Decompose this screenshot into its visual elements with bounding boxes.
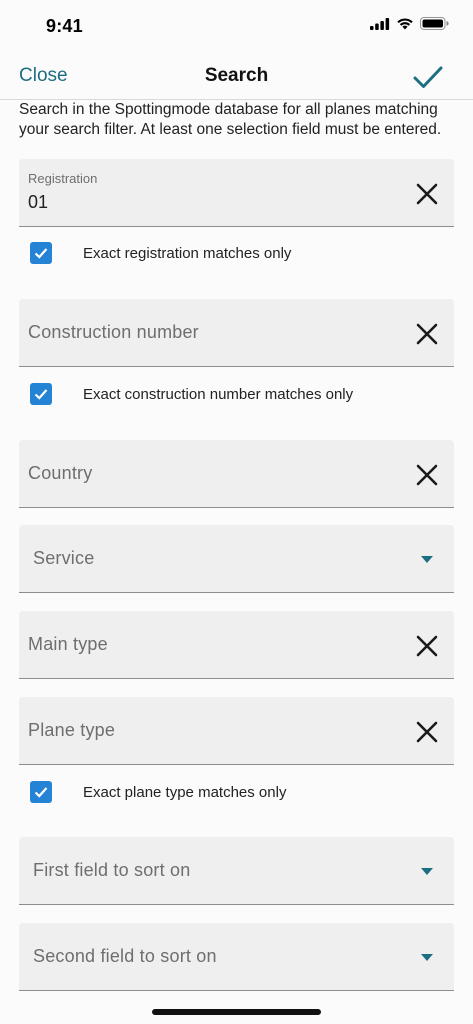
exact-registration-checkbox[interactable] [30, 242, 52, 264]
exact-registration-checkbox-row[interactable]: Exact registration matches only [30, 241, 450, 265]
status-time: 9:41 [46, 16, 83, 36]
check-icon [34, 389, 48, 400]
plane-type-placeholder: Plane type [28, 720, 116, 740]
main-type-placeholder: Main type [28, 634, 108, 654]
first-sort-dropdown[interactable]: First field to sort on [19, 837, 454, 905]
clear-icon[interactable] [414, 181, 440, 207]
exact-construction-checkbox[interactable] [30, 383, 52, 405]
checkmark-icon[interactable] [411, 60, 445, 94]
main-type-field[interactable]: Main type [19, 611, 454, 679]
exact-plane-type-label: Exact plane type matches only [83, 783, 287, 801]
exact-plane-type-checkbox[interactable] [30, 781, 52, 803]
check-icon [34, 248, 48, 259]
registration-field[interactable]: Registration 01 [19, 159, 454, 227]
exact-registration-label: Exact registration matches only [83, 244, 292, 262]
dropdown-arrow-icon [421, 868, 433, 875]
exact-plane-type-checkbox-row[interactable]: Exact plane type matches only [30, 780, 450, 804]
plane-type-field[interactable]: Plane type [19, 697, 454, 765]
check-icon [34, 787, 48, 798]
home-indicator[interactable] [152, 1009, 321, 1015]
registration-label: Registration [28, 171, 98, 186]
signal-icon [370, 17, 390, 30]
first-sort-placeholder: First field to sort on [33, 860, 191, 880]
registration-value: 01 [28, 192, 49, 212]
exact-construction-label: Exact construction number matches only [83, 385, 354, 403]
clear-icon[interactable] [414, 462, 440, 488]
construction-number-field[interactable]: Construction number [19, 299, 454, 367]
exact-construction-checkbox-row[interactable]: Exact construction number matches only [30, 382, 450, 406]
second-sort-placeholder: Second field to sort on [33, 946, 217, 966]
close-button[interactable]: Close [19, 65, 68, 87]
country-field[interactable]: Country [19, 440, 454, 508]
second-sort-dropdown[interactable]: Second field to sort on [19, 923, 454, 991]
clear-icon[interactable] [414, 719, 440, 745]
service-placeholder: Service [33, 548, 95, 568]
status-bar: 9:41 [0, 0, 473, 52]
dropdown-arrow-icon [421, 954, 433, 961]
country-placeholder: Country [28, 463, 93, 483]
clear-icon[interactable] [414, 321, 440, 347]
dropdown-arrow-icon [421, 556, 433, 563]
wifi-icon [397, 18, 413, 30]
clear-icon[interactable] [414, 633, 440, 659]
construction-number-placeholder: Construction number [28, 322, 199, 342]
battery-icon [420, 17, 449, 30]
intro-text: Search in the Spottingmode database for … [19, 101, 442, 138]
status-icons [370, 17, 449, 30]
navigation-bar: Close Search [0, 52, 473, 100]
page-title: Search [204, 65, 269, 86]
service-dropdown[interactable]: Service [19, 525, 454, 593]
